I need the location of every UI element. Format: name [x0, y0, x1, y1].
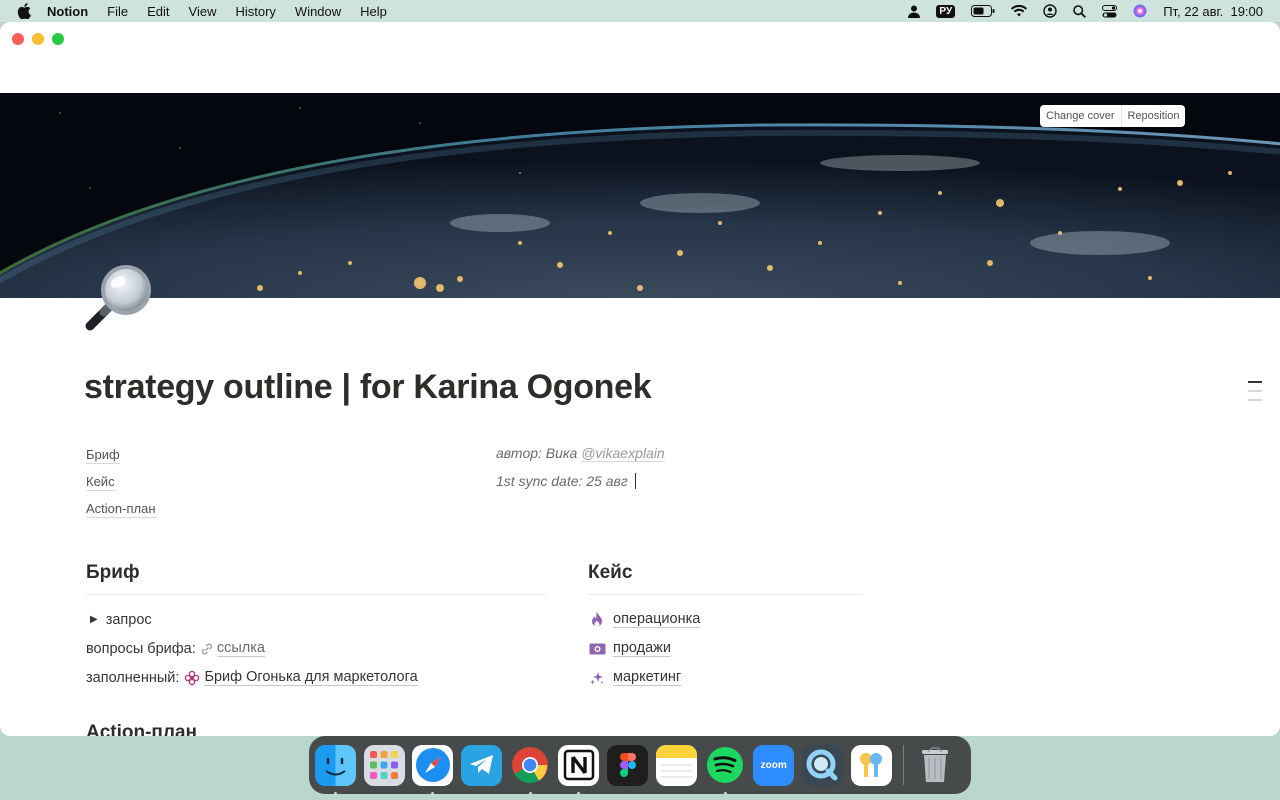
- dock-finder[interactable]: [315, 744, 356, 795]
- brief-questions-link[interactable]: ссылка: [216, 640, 265, 657]
- case-heading[interactable]: Кейс: [588, 562, 863, 595]
- running-indicator: [528, 791, 532, 795]
- dock-figma[interactable]: [607, 744, 649, 786]
- sync-date-text: 1st sync date: 25 авг: [496, 473, 632, 489]
- menu-window[interactable]: Window: [295, 4, 341, 19]
- anchor-link-brief[interactable]: Бриф: [86, 447, 120, 464]
- anchor-links: Бриф Кейс Action-план: [86, 446, 156, 527]
- menu-history[interactable]: History: [235, 4, 275, 19]
- case-item-label: операционка: [613, 611, 701, 628]
- menu-view[interactable]: View: [189, 4, 217, 19]
- author-line[interactable]: автор: Вика @vikaexplain: [496, 444, 665, 472]
- keyboard-layout-indicator[interactable]: РУ: [936, 4, 956, 18]
- toc-line: [1248, 399, 1262, 401]
- running-indicator: [334, 791, 337, 795]
- toc-line: [1248, 390, 1262, 392]
- dock-quicktime[interactable]: [801, 744, 843, 786]
- close-window-button[interactable]: [12, 33, 24, 45]
- case-item-label: продажи: [613, 640, 671, 657]
- brief-heading[interactable]: Бриф: [86, 562, 546, 595]
- control-center-icon[interactable]: [1102, 4, 1118, 18]
- anchor-link-action-plan[interactable]: Action-план: [86, 501, 156, 518]
- dock: zoom: [309, 736, 971, 795]
- text-cursor: [634, 473, 636, 489]
- account-circle-icon[interactable]: [1043, 4, 1057, 18]
- wifi-icon[interactable]: [1011, 5, 1028, 17]
- apple-icon[interactable]: [17, 3, 35, 19]
- link-icon: [200, 640, 214, 658]
- table-of-contents-indicator[interactable]: [1248, 381, 1262, 408]
- case-item-marketing[interactable]: маркетинг: [588, 663, 863, 692]
- dock-zoom[interactable]: zoom: [753, 744, 795, 786]
- flower-icon: [183, 669, 201, 687]
- window-controls: [12, 33, 64, 45]
- brief-questions-row: вопросы брифа: ссылка: [86, 634, 546, 663]
- notion-window: Change cover Reposition strategy outline…: [0, 22, 1280, 736]
- toc-line: [1248, 381, 1262, 383]
- reposition-button[interactable]: Reposition: [1120, 105, 1186, 127]
- magnifying-glass-icon[interactable]: [82, 260, 156, 334]
- anchor-link-case[interactable]: Кейс: [86, 474, 115, 491]
- dock-notion[interactable]: [558, 744, 600, 795]
- case-item-sales[interactable]: продажи: [588, 634, 863, 663]
- search-icon[interactable]: [1073, 4, 1087, 18]
- fire-icon: [588, 611, 606, 629]
- brief-section: Бриф ▶ запрос вопросы брифа: ссылка запо…: [86, 562, 546, 692]
- cover-actions: Change cover Reposition: [1040, 105, 1186, 127]
- action-plan-heading[interactable]: Action-план: [86, 722, 197, 736]
- menubar-datetime[interactable]: Пт, 22 авг. 19:00: [1163, 4, 1263, 19]
- battery-icon[interactable]: [971, 5, 995, 17]
- zoom-window-button[interactable]: [52, 33, 64, 45]
- case-item-label: маркетинг: [613, 669, 682, 686]
- brief-filled-link[interactable]: Бриф Огонька для маркетолога: [204, 669, 418, 686]
- sparkles-icon: [588, 669, 606, 687]
- dock-trash[interactable]: [914, 745, 955, 786]
- sync-date-line[interactable]: 1st sync date: 25 авг: [496, 472, 665, 500]
- brief-filled-label: заполненный:: [86, 669, 184, 686]
- dock-separator: [903, 745, 905, 785]
- dock-notes[interactable]: [655, 744, 697, 786]
- user-icon[interactable]: [908, 5, 921, 18]
- dock-launchpad[interactable]: [363, 744, 405, 786]
- page-meta: автор: Вика @vikaexplain 1st sync date: …: [496, 444, 665, 500]
- money-icon: [588, 640, 606, 658]
- case-section: Кейс операционка продажи маркетинг: [588, 562, 863, 692]
- dock-spotify[interactable]: [705, 745, 746, 795]
- menubar: Notion File Edit View History Window Hel…: [0, 0, 1280, 22]
- author-mention[interactable]: @vikaexplain: [581, 445, 665, 462]
- change-cover-button[interactable]: Change cover: [1040, 105, 1121, 127]
- minimize-window-button[interactable]: [32, 33, 44, 45]
- toggle-triangle-icon[interactable]: ▶: [90, 614, 98, 625]
- dock-keychain[interactable]: [850, 744, 892, 786]
- menu-app-name[interactable]: Notion: [47, 4, 88, 19]
- case-item-operations[interactable]: операционка: [588, 605, 863, 634]
- menu-edit[interactable]: Edit: [147, 4, 169, 19]
- page-cover-image[interactable]: Change cover Reposition: [0, 93, 1280, 298]
- brief-questions-label: вопросы брифа:: [86, 640, 200, 657]
- dock-safari[interactable]: [412, 744, 454, 795]
- running-indicator: [577, 791, 581, 795]
- toggle-label: запрос: [105, 611, 152, 628]
- menu-file[interactable]: File: [107, 4, 128, 19]
- siri-icon[interactable]: [1133, 4, 1147, 18]
- menu-help[interactable]: Help: [360, 4, 387, 19]
- page-title[interactable]: strategy outline | for Karina Ogonek: [84, 368, 652, 407]
- brief-filled-row: заполненный: Бриф Огонька для маркетолог…: [86, 663, 546, 692]
- running-indicator: [723, 791, 727, 795]
- zoom-logo-text: zoom: [760, 759, 787, 771]
- toggle-zapros[interactable]: ▶ запрос: [86, 605, 546, 634]
- dock-telegram[interactable]: [461, 744, 503, 786]
- running-indicator: [431, 791, 435, 795]
- dock-chrome[interactable]: [510, 745, 551, 795]
- author-text: автор: Вика: [496, 445, 582, 461]
